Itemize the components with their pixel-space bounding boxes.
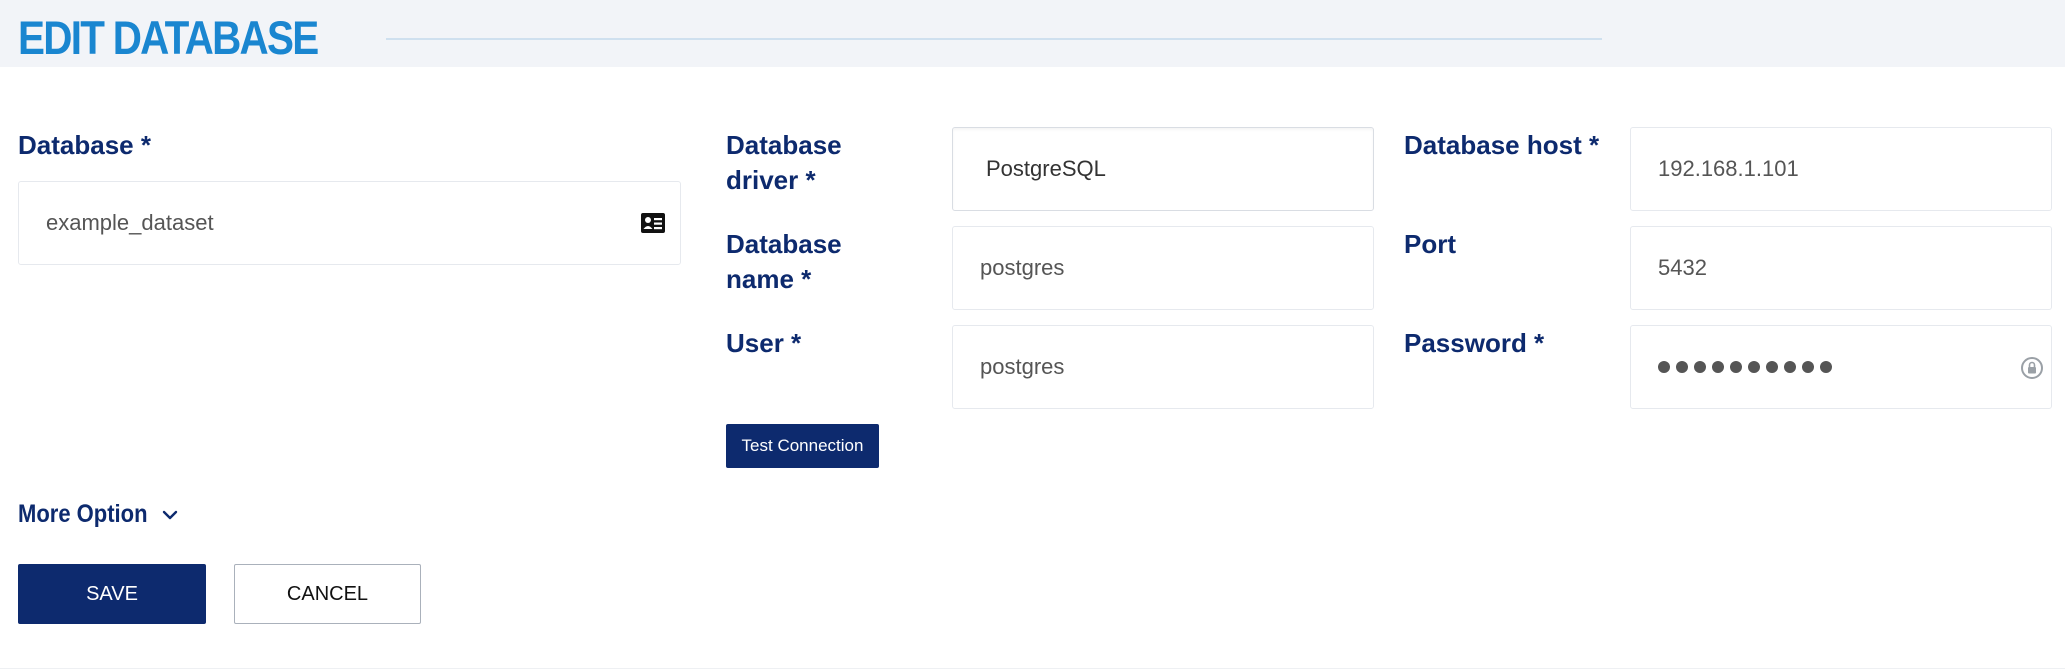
user-value: postgres bbox=[980, 354, 1065, 379]
database-host-field[interactable]: 192.168.1.101 bbox=[1630, 127, 2052, 211]
page-title: EDIT DATABASE bbox=[18, 11, 319, 64]
database-name-value: postgres bbox=[980, 255, 1065, 280]
chevron-down-icon bbox=[161, 509, 179, 521]
password-dot bbox=[1658, 361, 1670, 373]
password-dot bbox=[1784, 361, 1796, 373]
database-label: Database * bbox=[18, 130, 151, 160]
password-dot bbox=[1730, 361, 1742, 373]
password-dot bbox=[1748, 361, 1760, 373]
password-dot bbox=[1694, 361, 1706, 373]
cancel-button[interactable]: CANCEL bbox=[234, 564, 421, 624]
test-connection-button[interactable]: Test Connection bbox=[726, 424, 879, 468]
password-dot bbox=[1676, 361, 1688, 373]
database-driver-label: Database driver * bbox=[726, 130, 842, 195]
password-field[interactable] bbox=[1630, 325, 2052, 409]
id-card-icon[interactable] bbox=[639, 210, 667, 236]
lock-icon[interactable] bbox=[2019, 355, 2045, 381]
password-label: Password * bbox=[1404, 328, 1545, 358]
database-name-field[interactable]: postgres bbox=[952, 226, 1374, 310]
database-driver-select[interactable]: PostgreSQL bbox=[952, 127, 1374, 211]
port-field[interactable]: 5432 bbox=[1630, 226, 2052, 310]
page-header: EDIT DATABASE bbox=[0, 0, 2065, 67]
password-dot bbox=[1820, 361, 1832, 373]
password-dot bbox=[1802, 361, 1814, 373]
password-dot bbox=[1766, 361, 1778, 373]
port-value: 5432 bbox=[1658, 255, 1707, 280]
user-field[interactable]: postgres bbox=[952, 325, 1374, 409]
password-mask bbox=[1658, 326, 1832, 408]
header-divider bbox=[386, 38, 1602, 40]
database-value: example_dataset bbox=[46, 210, 214, 235]
database-field[interactable]: example_dataset bbox=[18, 181, 681, 265]
bottom-divider bbox=[0, 668, 2065, 669]
user-label: User * bbox=[726, 328, 802, 358]
database-host-label: Database host * bbox=[1404, 130, 1600, 160]
database-name-label: Database name * bbox=[726, 229, 842, 294]
database-host-value: 192.168.1.101 bbox=[1658, 156, 1799, 181]
more-option-label: More Option bbox=[18, 500, 148, 528]
more-option-toggle[interactable]: More Option bbox=[18, 500, 179, 529]
database-driver-value: PostgreSQL bbox=[986, 156, 1106, 181]
port-label: Port bbox=[1404, 229, 1456, 259]
password-dot bbox=[1712, 361, 1724, 373]
save-button[interactable]: SAVE bbox=[18, 564, 206, 624]
